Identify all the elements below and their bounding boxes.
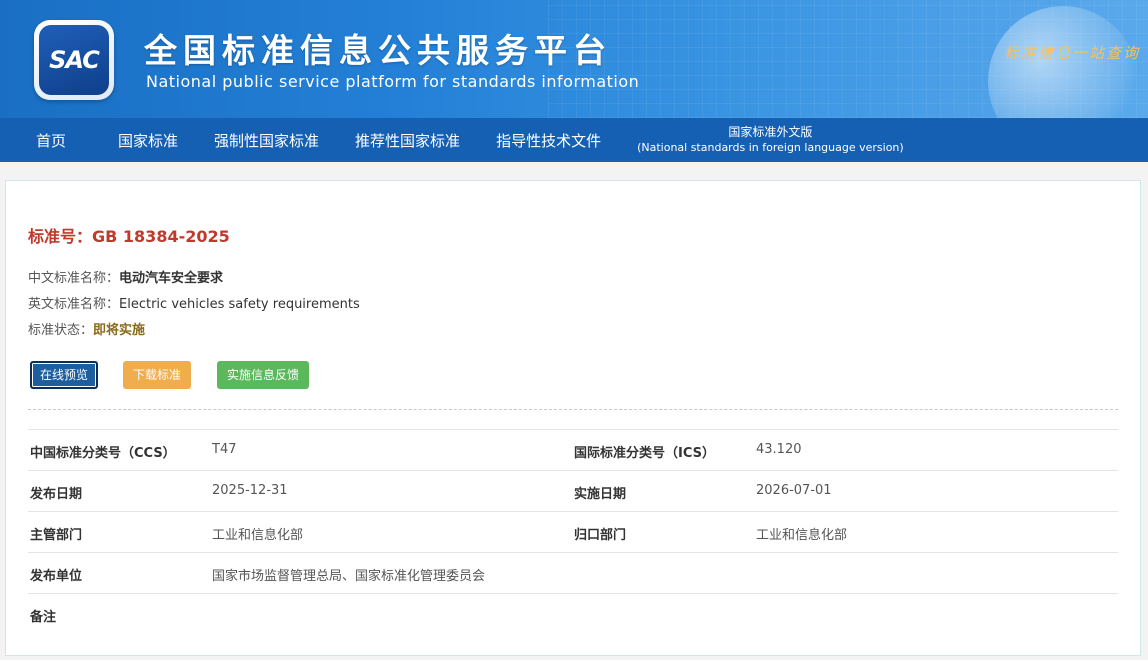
- cn-name-value: 电动汽车安全要求: [119, 271, 224, 286]
- en-name-value: Electric vehicles safety requirements: [119, 297, 360, 312]
- impl-date-label: 实施日期: [574, 487, 627, 502]
- ics-value: 43.120: [756, 442, 802, 457]
- owner-value: 工业和信息化部: [756, 528, 848, 543]
- nav-item-mandatory-standards[interactable]: 强制性国家标准: [214, 130, 319, 151]
- nav-item-foreign-versions[interactable]: 国家标准外文版 (National standards in foreign l…: [637, 125, 904, 155]
- standard-number-heading: 标准号：GB 18384-2025: [28, 223, 230, 247]
- dept-value: 工业和信息化部: [212, 528, 304, 543]
- meta-row-dates: 发布日期 2025-12-31 实施日期 2026-07-01: [28, 470, 1118, 511]
- section-divider: [28, 409, 1118, 410]
- standard-number-label: 标准号：: [28, 227, 93, 246]
- online-preview-button[interactable]: 在线预览: [30, 361, 99, 389]
- ccs-label: 中国标准分类号（CCS）: [30, 446, 176, 461]
- standard-detail-panel: 标准号：GB 18384-2025 中文标准名称：电动汽车安全要求 英文标准名称…: [5, 180, 1141, 656]
- en-name-row: 英文标准名称：Electric vehicles safety requirem…: [28, 293, 360, 312]
- meta-row-publisher: 发布单位 国家市场监督管理总局、国家标准化管理委员会: [28, 552, 1118, 593]
- nav-item-home[interactable]: 首页: [36, 130, 66, 151]
- impl-date-value: 2026-07-01: [756, 483, 832, 498]
- en-name-label: 英文标准名称：: [28, 297, 120, 312]
- status-label: 标准状态：: [28, 323, 94, 338]
- site-subtitle: National public service platform for sta…: [146, 72, 640, 91]
- publish-date-label: 发布日期: [30, 487, 83, 502]
- nav-item-national-standards[interactable]: 国家标准: [118, 130, 178, 151]
- publisher-label: 发布单位: [30, 569, 83, 584]
- publisher-value: 国家市场监督管理总局、国家标准化管理委员会: [212, 569, 486, 584]
- cn-name-row: 中文标准名称：电动汽车安全要求: [28, 267, 223, 286]
- site-title: 全国标准信息公共服务平台: [144, 31, 612, 70]
- sac-logo[interactable]: SAC: [34, 20, 114, 100]
- site-slogan: 标准信息一站查询: [1003, 44, 1140, 62]
- sac-logo-text: SAC: [49, 46, 100, 74]
- nav-item-foreign-sublabel: (National standards in foreign language …: [637, 141, 904, 154]
- publish-date-value: 2025-12-31: [212, 483, 288, 498]
- nav-item-foreign-label: 国家标准外文版: [728, 125, 813, 139]
- dept-label: 主管部门: [30, 528, 83, 543]
- meta-row-classification: 中国标准分类号（CCS） T47 国际标准分类号（ICS） 43.120: [28, 429, 1118, 470]
- remark-label: 备注: [30, 610, 57, 625]
- standard-meta-table: 中国标准分类号（CCS） T47 国际标准分类号（ICS） 43.120 发布日…: [28, 429, 1118, 632]
- ics-label: 国际标准分类号（ICS）: [574, 446, 715, 461]
- owner-label: 归口部门: [574, 528, 627, 543]
- cn-name-label: 中文标准名称：: [28, 271, 120, 286]
- nav-item-guidance-documents[interactable]: 指导性技术文件: [496, 130, 601, 151]
- ccs-value: T47: [212, 442, 237, 457]
- meta-row-departments: 主管部门 工业和信息化部 归口部门 工业和信息化部: [28, 511, 1118, 552]
- status-value: 即将实施: [93, 323, 146, 338]
- status-row: 标准状态：即将实施: [28, 319, 145, 338]
- standard-number: GB 18384-2025: [92, 227, 230, 246]
- main-nav: 首页 国家标准 强制性国家标准 推荐性国家标准 指导性技术文件 国家标准外文版 …: [0, 118, 1148, 162]
- download-standard-button[interactable]: 下载标准: [123, 361, 192, 389]
- meta-row-remark: 备注: [28, 593, 1118, 632]
- implementation-feedback-button[interactable]: 实施信息反馈: [217, 361, 310, 389]
- site-banner: SAC 全国标准信息公共服务平台 National public service…: [0, 0, 1148, 118]
- sac-logo-mark: SAC: [39, 25, 109, 95]
- nav-item-recommended-standards[interactable]: 推荐性国家标准: [355, 130, 460, 151]
